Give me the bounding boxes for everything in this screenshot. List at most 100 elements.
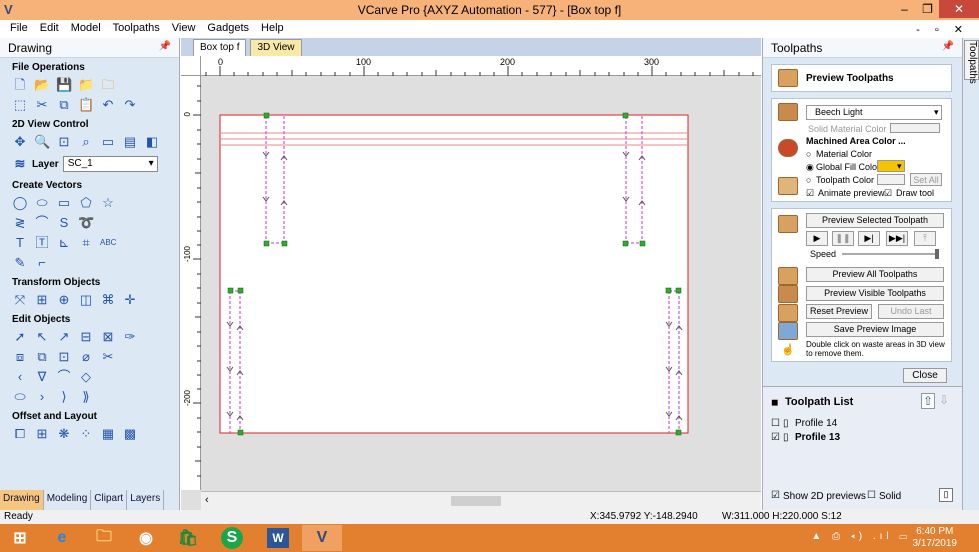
clock[interactable]: 6:40 PM 3/17/2019 bbox=[913, 526, 958, 550]
draw-freehand-icon[interactable]: ✎ bbox=[12, 255, 28, 271]
rectangle-icon[interactable]: ▭ bbox=[56, 195, 72, 211]
extend-icon[interactable]: › bbox=[34, 389, 50, 405]
taskbar-ie[interactable]: e bbox=[42, 525, 82, 551]
dimension-icon[interactable]: ⊾ bbox=[56, 235, 72, 251]
reset-preview-button[interactable]: Reset Preview bbox=[806, 304, 872, 319]
pin-icon[interactable]: 📌 bbox=[159, 41, 171, 52]
fit-view-icon[interactable]: ▭ bbox=[100, 134, 116, 150]
zoom-selection-icon[interactable]: ⌕ bbox=[78, 134, 94, 150]
copy-along-vector-icon[interactable]: ⁘ bbox=[78, 426, 94, 442]
menu-file[interactable]: File bbox=[4, 20, 34, 36]
close-window-button[interactable]: ✕ bbox=[939, 0, 979, 18]
circle-icon[interactable]: ◯ bbox=[12, 195, 28, 211]
menu-model[interactable]: Model bbox=[65, 20, 107, 36]
fill-color-dropdown-icon[interactable]: ▾ bbox=[897, 161, 902, 172]
taskbar-skype[interactable]: S bbox=[212, 525, 252, 551]
arc-icon[interactable]: ⌒ bbox=[34, 215, 50, 231]
save-icon[interactable]: 💾 bbox=[56, 77, 72, 93]
polyline-icon[interactable]: ≷ bbox=[12, 215, 28, 231]
toggle-view-icon[interactable]: ▤ bbox=[122, 134, 138, 150]
menu-toolpaths[interactable]: Toolpaths bbox=[107, 20, 166, 36]
profile-13-checkbox[interactable]: ☑ bbox=[771, 432, 780, 443]
toolpath-list-toggle[interactable]: ◼ bbox=[771, 397, 778, 408]
start-button[interactable]: ⊞ bbox=[0, 525, 40, 551]
diamond-icon[interactable]: ◇ bbox=[78, 369, 94, 385]
page-view-icon[interactable]: ◧ bbox=[144, 134, 160, 150]
polygon-icon[interactable]: ⬠ bbox=[78, 195, 94, 211]
tab-box-top[interactable]: Box top f bbox=[193, 39, 247, 56]
curve-fit-icon[interactable]: ‹ bbox=[12, 369, 28, 385]
solid-checkbox[interactable]: ☐ bbox=[867, 490, 876, 501]
preview-visible-toolpaths-button[interactable]: Preview Visible Toolpaths bbox=[806, 286, 944, 301]
zoom-icon[interactable]: 🔍 bbox=[34, 134, 50, 150]
tab-layers[interactable]: Layers bbox=[127, 490, 165, 510]
toolpath-color-radio[interactable]: ○ bbox=[806, 175, 811, 185]
distort-icon[interactable]: ⌘ bbox=[100, 292, 116, 308]
fillet-tool-icon[interactable]: ⬭ bbox=[12, 389, 28, 405]
pause-button[interactable]: ❚❚ bbox=[832, 231, 854, 246]
speed-slider-thumb[interactable] bbox=[935, 249, 939, 259]
animate-preview-checkbox[interactable]: ☑ bbox=[806, 188, 814, 199]
minimize-button[interactable]: – bbox=[893, 0, 916, 18]
drawing-canvas[interactable] bbox=[202, 77, 761, 490]
node-edit-icon[interactable]: ↖ bbox=[34, 329, 50, 345]
text-on-curve-icon[interactable]: 🅃 bbox=[34, 235, 50, 251]
material-select[interactable]: Beech Light bbox=[806, 105, 942, 120]
undo-icon[interactable]: ↶ bbox=[100, 97, 116, 113]
close-button[interactable]: Close bbox=[903, 368, 947, 383]
show-2d-previews-checkbox[interactable]: ☑ bbox=[771, 490, 780, 501]
close-vector-icon[interactable]: ∇ bbox=[34, 369, 50, 385]
select-all-icon[interactable]: ⬚ bbox=[12, 97, 28, 113]
mdi-window-controls[interactable]: - ▫ ✕ bbox=[910, 21, 975, 38]
skip-to-end-button[interactable]: ⤒ bbox=[914, 231, 936, 246]
subtract-icon[interactable]: ⧉ bbox=[34, 349, 50, 365]
global-fill-color-radio[interactable]: ◉ bbox=[806, 162, 814, 173]
open-file-icon[interactable]: 📂 bbox=[34, 77, 50, 93]
cut-icon[interactable]: ✂ bbox=[34, 97, 50, 113]
chamfer-icon[interactable]: ⟩ bbox=[56, 389, 72, 405]
profile-14-checkbox[interactable]: ☐ bbox=[771, 418, 780, 429]
intersect-icon[interactable]: ⊡ bbox=[56, 349, 72, 365]
redo-icon[interactable]: ↷ bbox=[122, 97, 138, 113]
auto-layout-text-icon[interactable]: ⌗ bbox=[78, 235, 94, 251]
step-forward-button[interactable]: ▶| bbox=[858, 231, 880, 246]
restore-button[interactable]: ❐ bbox=[916, 0, 939, 18]
set-size-icon[interactable]: ⊞ bbox=[34, 292, 50, 308]
nesting-icon[interactable]: ▦ bbox=[100, 426, 116, 442]
play-button[interactable]: ▶ bbox=[806, 231, 828, 246]
pan-icon[interactable]: ✥ bbox=[12, 134, 28, 150]
layer-select[interactable]: SC_1 bbox=[62, 156, 158, 172]
menu-edit[interactable]: Edit bbox=[34, 20, 65, 36]
spiral-icon[interactable]: ➰ bbox=[78, 215, 94, 231]
offset-icon[interactable]: ⧠ bbox=[12, 426, 28, 442]
taskbar-vcarve[interactable]: V bbox=[302, 525, 342, 551]
taskbar-word[interactable]: W bbox=[258, 525, 298, 551]
fillet-icon[interactable]: ⌐ bbox=[34, 255, 50, 271]
preview-all-toolpaths-button[interactable]: Preview All Toolpaths bbox=[806, 267, 944, 282]
star-icon[interactable]: ☆ bbox=[100, 195, 116, 211]
save-preview-image-button[interactable]: Save Preview Image bbox=[806, 322, 944, 337]
weld-icon[interactable]: ⧈ bbox=[12, 349, 28, 365]
move-down-icon[interactable]: ⇩ bbox=[939, 393, 949, 407]
menu-gadgets[interactable]: Gadgets bbox=[201, 20, 255, 36]
pin-icon[interactable]: 📌 bbox=[942, 41, 954, 52]
horizontal-scrollbar[interactable]: ‹ bbox=[201, 491, 761, 510]
system-tray[interactable]: ▲ ⎙ ◂) .ıl ▭ bbox=[811, 531, 911, 542]
material-dropdown-icon[interactable]: ▾ bbox=[934, 107, 939, 118]
list-options-icon[interactable]: ▯ bbox=[939, 488, 953, 502]
group-icon[interactable]: ⊟ bbox=[78, 329, 94, 345]
move-icon[interactable]: ⤧ bbox=[12, 292, 28, 308]
speed-slider[interactable] bbox=[842, 253, 938, 255]
circular-array-icon[interactable]: ❋ bbox=[56, 426, 72, 442]
copy-icon[interactable]: ⧉ bbox=[56, 97, 72, 113]
abc-text-icon[interactable]: ABC bbox=[100, 235, 116, 251]
ellipse-icon[interactable]: ⬭ bbox=[34, 195, 50, 211]
node-edit-alt-icon[interactable]: ↗ bbox=[56, 329, 72, 345]
trim-icon[interactable]: ⟫ bbox=[78, 389, 94, 405]
interactive-trim-icon[interactable]: ✑ bbox=[122, 329, 138, 345]
fast-forward-button[interactable]: ▶▶| bbox=[886, 231, 908, 246]
tiling-icon[interactable]: ▩ bbox=[122, 426, 138, 442]
tab-modeling[interactable]: Modeling bbox=[44, 490, 92, 510]
array-copy-icon[interactable]: ⊞ bbox=[34, 426, 50, 442]
material-color-radio[interactable]: ○ bbox=[806, 149, 811, 159]
